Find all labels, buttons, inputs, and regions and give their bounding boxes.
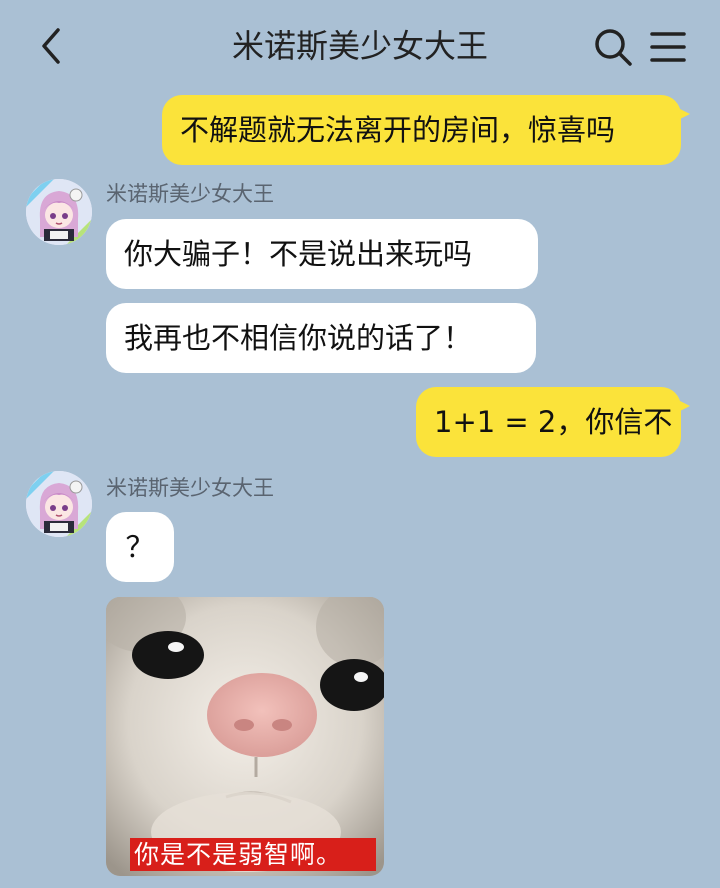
- anime-girl-avatar-icon: [26, 471, 92, 537]
- search-button[interactable]: [592, 26, 634, 68]
- sender-name: 米诺斯美少女大王: [106, 476, 274, 500]
- message-text: 1+1 = 2，你信不: [434, 405, 673, 439]
- message-bubble-incoming[interactable]: ？: [106, 512, 174, 582]
- anime-girl-avatar-icon: [26, 179, 92, 245]
- avatar[interactable]: [26, 179, 92, 245]
- sender-name: 米诺斯美少女大王: [106, 182, 274, 206]
- chat-title: 米诺斯美少女大王: [231, 27, 488, 65]
- sticker-caption: 你是不是弱智啊。: [130, 838, 376, 871]
- message-text: 我再也不相信你说的话了！: [124, 321, 473, 355]
- back-button[interactable]: [30, 24, 74, 68]
- message-text: ？: [125, 530, 155, 564]
- sticker-image[interactable]: 你是不是弱智啊。: [106, 597, 384, 876]
- chevron-left-icon: [42, 28, 60, 64]
- message-text: 你大骗子！不是说出来玩吗: [124, 237, 473, 271]
- hamburger-menu-icon: [650, 32, 686, 62]
- message-bubble-incoming[interactable]: 我再也不相信你说的话了！: [106, 303, 536, 373]
- search-icon: [595, 29, 632, 66]
- message-bubble-outgoing[interactable]: 不解题就无法离开的房间，惊喜吗: [162, 95, 690, 165]
- crying-cat-sticker-icon: [106, 597, 384, 876]
- message-bubble-outgoing[interactable]: 1+1 = 2，你信不: [416, 387, 690, 457]
- message-bubble-incoming[interactable]: 你大骗子！不是说出来玩吗: [106, 219, 538, 289]
- chat-header: 米诺斯美少女大王: [0, 0, 720, 92]
- avatar[interactable]: [26, 471, 92, 537]
- message-text: 不解题就无法离开的房间，惊喜吗: [180, 113, 616, 147]
- menu-button[interactable]: [646, 26, 690, 68]
